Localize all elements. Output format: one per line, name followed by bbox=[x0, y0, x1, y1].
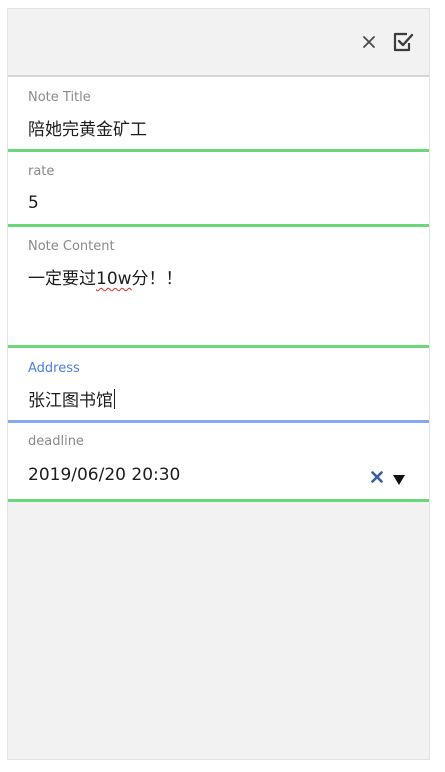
note-title-field[interactable]: Note Title 陪她完黄金矿工 bbox=[8, 77, 429, 152]
rate-input[interactable]: 5 bbox=[28, 192, 429, 214]
text-caret bbox=[114, 389, 115, 409]
address-label: Address bbox=[28, 361, 80, 376]
address-field[interactable]: Address 张江图书馆 bbox=[8, 348, 429, 423]
triangle-down-icon bbox=[393, 475, 405, 485]
note-content-text: 一定要过 bbox=[28, 269, 96, 289]
note-title-label: Note Title bbox=[28, 90, 91, 105]
spellcheck-marked-text: 10w bbox=[96, 269, 132, 289]
toolbar bbox=[8, 9, 429, 77]
note-title-input[interactable]: 陪她完黄金矿工 bbox=[28, 119, 429, 141]
rate-field[interactable]: rate 5 bbox=[8, 152, 429, 227]
close-button[interactable] bbox=[356, 29, 382, 55]
address-input[interactable]: 张江图书馆 bbox=[28, 389, 429, 412]
note-content-textarea[interactable]: 一定要过10w分！！ bbox=[28, 268, 429, 290]
clear-x-icon bbox=[371, 471, 383, 483]
close-icon bbox=[363, 36, 375, 48]
checkbox-check-icon bbox=[393, 32, 414, 52]
deadline-label: deadline bbox=[28, 434, 84, 449]
note-content-text-end: 分！！ bbox=[131, 269, 183, 289]
deadline-dropdown-button[interactable] bbox=[392, 471, 406, 485]
note-editor-frame: Note Title 陪她完黄金矿工 rate 5 Note Content 一… bbox=[7, 8, 430, 760]
note-form: Note Title 陪她完黄金矿工 rate 5 Note Content 一… bbox=[8, 77, 429, 502]
note-content-label: Note Content bbox=[28, 239, 115, 254]
deadline-clear-button[interactable] bbox=[369, 469, 385, 485]
note-content-field[interactable]: Note Content 一定要过10w分！！ bbox=[8, 227, 429, 348]
deadline-field[interactable]: deadline 2019/06/20 20:30 bbox=[8, 423, 429, 502]
save-button[interactable] bbox=[390, 29, 416, 55]
address-text: 张江图书馆 bbox=[28, 391, 113, 411]
rate-label: rate bbox=[28, 164, 55, 179]
